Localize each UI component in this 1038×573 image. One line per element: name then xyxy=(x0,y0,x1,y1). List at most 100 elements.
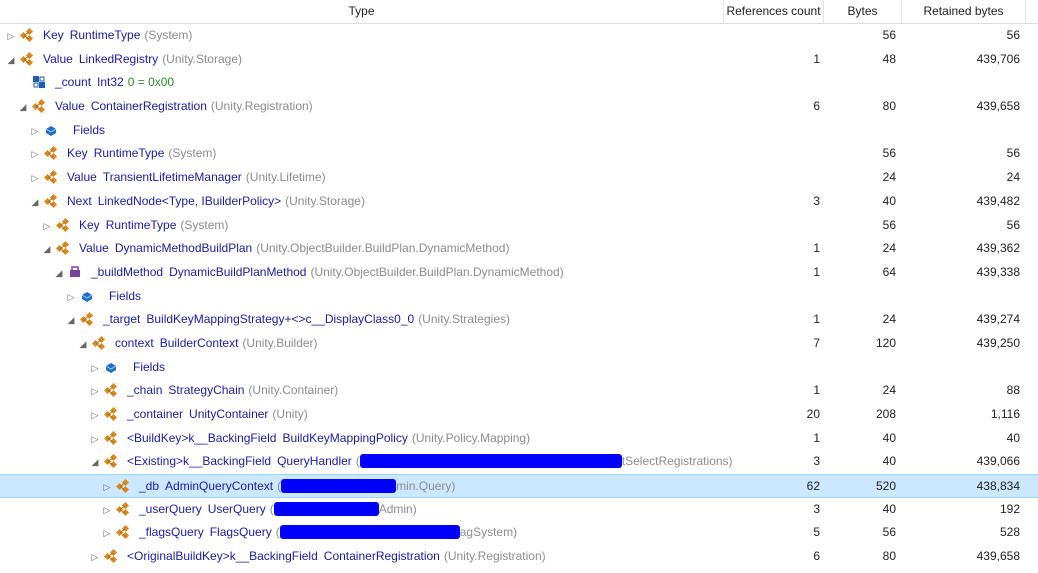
bytes-value: 24 xyxy=(882,312,896,327)
tree-row[interactable]: ▷ Fields xyxy=(0,285,1038,309)
namespace-label: (Unity.Builder) xyxy=(242,335,318,350)
expand-arrow-icon[interactable]: ▷ xyxy=(42,215,52,238)
expand-arrow-icon[interactable]: ▷ xyxy=(90,404,100,427)
tree-row[interactable]: ▷ Key RuntimeType (System) 56 56 xyxy=(0,142,1038,166)
member-name: context xyxy=(115,335,154,350)
references-count: 1 xyxy=(813,383,820,398)
fields-icon xyxy=(45,125,57,137)
tree-row[interactable]: ◢ Value DynamicMethodBuildPlan (Unity.Objec… xyxy=(0,237,1038,261)
tree-row[interactable]: ◢ context BuilderContext (Unity.Builder) 7 12… xyxy=(0,332,1038,356)
member-name: _db xyxy=(139,479,160,494)
fields-icon xyxy=(81,291,93,303)
field-icon xyxy=(32,75,46,89)
column-retained-header[interactable]: Retained bytes xyxy=(902,0,1026,23)
tree-row[interactable]: ▷ _userQuery UserQuery(Admin) 3 40 192 xyxy=(0,498,1038,522)
tree-row[interactable]: ▷ _container UnityContainer (Unity) 20 208 1,1… xyxy=(0,403,1038,427)
bytes-value: 40 xyxy=(882,193,896,208)
expand-arrow-icon[interactable]: ▷ xyxy=(90,357,100,380)
bytes-value: 40 xyxy=(882,454,896,469)
retained-bytes-value: 528 xyxy=(999,525,1020,540)
tree-cell: ▷ Key RuntimeType (System) xyxy=(0,142,754,166)
bytes-value: 64 xyxy=(882,264,896,279)
tree-row[interactable]: ▷ _chain StrategyChain (Unity.Container) 1 24… xyxy=(0,379,1038,403)
references-count: 6 xyxy=(813,99,820,114)
expand-arrow-icon[interactable]: ▷ xyxy=(102,476,112,497)
tree-row[interactable]: ▷ Fields xyxy=(0,119,1038,143)
tree-row[interactable]: ▷ <BuildKey>k__BackingField BuildKeyMappin… xyxy=(0,427,1038,451)
expand-arrow-icon[interactable]: ▷ xyxy=(90,546,100,569)
retained-bytes-value: 56 xyxy=(1006,146,1020,161)
member-name: _count xyxy=(55,75,92,90)
tree-cell: ▷ <OriginalBuildKey>k__BackingField Contai… xyxy=(0,545,814,569)
namespace-label: (System) xyxy=(144,28,193,42)
expand-arrow-icon[interactable]: ▷ xyxy=(102,499,112,522)
namespace-label: (System) xyxy=(168,146,217,161)
tree-cell: ◢ <Existing>k__BackingField QueryHandler(t… xyxy=(0,450,814,474)
class-icon xyxy=(44,170,58,185)
expand-arrow-icon[interactable]: ▷ xyxy=(90,380,100,403)
collapse-arrow-icon[interactable]: ◢ xyxy=(42,238,52,261)
tree-row[interactable]: ▷ _db AdminQueryContext(min.Query) 62 520 438… xyxy=(0,474,1038,498)
tree-row[interactable]: ▷ Value TransientLifetimeManager (Unity.Lif… xyxy=(0,166,1038,190)
tree-row[interactable]: ▷ _flagsQuery FlagsQuery(agSystem) 5 56 528 xyxy=(0,521,1038,545)
column-references-header[interactable]: References count xyxy=(724,0,824,23)
collapse-arrow-icon[interactable]: ◢ xyxy=(30,191,40,214)
collapse-arrow-icon[interactable]: ◢ xyxy=(78,333,88,356)
tree-row[interactable]: ◢ _target BuildKeyMappingStrategy+<>c__Dis… xyxy=(0,308,1038,332)
fields-label: Fields xyxy=(109,288,142,303)
retained-bytes-value: 56 xyxy=(1006,217,1020,232)
member-type: BuilderContext xyxy=(159,335,239,350)
expand-arrow-icon[interactable]: ▷ xyxy=(66,286,76,309)
tree-cell: _count Int32 0 = 0x00 xyxy=(0,71,742,95)
tree-row[interactable]: ▷ <OriginalBuildKey>k__BackingField Contai… xyxy=(0,545,1038,569)
column-bytes-header[interactable]: Bytes xyxy=(824,0,902,23)
tree-row[interactable]: _count Int32 0 = 0x00 xyxy=(0,71,1038,95)
column-type-header[interactable]: Type xyxy=(0,0,724,23)
tree-cell: ▷ _chain StrategyChain (Unity.Container) xyxy=(0,379,814,403)
fields-label: Fields xyxy=(73,122,106,137)
retained-bytes-value: 439,658 xyxy=(976,99,1020,114)
collapse-arrow-icon[interactable]: ◢ xyxy=(66,309,76,332)
collapse-arrow-icon[interactable]: ◢ xyxy=(18,96,28,119)
tree-cell: ▷ _userQuery UserQuery(Admin) xyxy=(0,498,826,522)
member-name: _buildMethod xyxy=(91,264,164,279)
namespace-label-tail: agSystem) xyxy=(459,525,518,540)
expand-arrow-icon[interactable]: ▷ xyxy=(102,522,112,545)
expand-arrow-icon[interactable]: ▷ xyxy=(6,25,16,48)
bytes-value: 24 xyxy=(882,170,896,185)
tree-row[interactable]: ▷ Key RuntimeType (System) 56 56 xyxy=(0,24,1038,48)
retained-bytes-value: 40 xyxy=(1006,430,1020,445)
class-icon xyxy=(32,99,46,114)
references-count: 7 xyxy=(813,335,820,350)
class-icon xyxy=(104,430,118,445)
tree-row[interactable]: ◢ _buildMethod DynamicBuildPlanMethod (Unit… xyxy=(0,261,1038,285)
expand-arrow-icon[interactable]: ▷ xyxy=(30,167,40,190)
tree-row[interactable]: ◢ Value ContainerRegistration (Unity.Regist… xyxy=(0,95,1038,119)
namespace-label: (Unity.Storage) xyxy=(162,51,242,66)
collapse-arrow-icon[interactable]: ◢ xyxy=(54,262,64,285)
retained-bytes-value: 439,362 xyxy=(976,241,1020,256)
collapse-arrow-icon[interactable]: ◢ xyxy=(6,49,16,72)
namespace-label: (Unity.ObjectBuilder.BuildPlan.DynamicMe… xyxy=(310,264,564,279)
expand-arrow-icon[interactable]: ▷ xyxy=(90,428,100,451)
bytes-value: 24 xyxy=(882,383,896,398)
tree-row[interactable]: ▷ Key RuntimeType (System) 56 56 xyxy=(0,214,1038,238)
class-icon xyxy=(56,241,70,256)
tree-row[interactable]: ◢ <Existing>k__BackingField QueryHandler(t… xyxy=(0,450,1038,474)
tree-row[interactable]: ◢ Value LinkedRegistry (Unity.Storage) 1 48 43… xyxy=(0,48,1038,72)
member-name: Value xyxy=(67,170,97,185)
retained-bytes-value: 439,066 xyxy=(976,454,1020,469)
tree-cell: ▷ _container UnityContainer (Unity) xyxy=(0,403,814,427)
member-type: UserQuery xyxy=(207,501,266,516)
tree-row[interactable]: ◢ Next LinkedNode<Type, IBuilderPolicy> (Un… xyxy=(0,190,1038,214)
collapse-arrow-icon[interactable]: ◢ xyxy=(90,451,100,474)
expand-arrow-icon[interactable]: ▷ xyxy=(30,120,40,143)
tree-row[interactable]: ▷ Fields xyxy=(0,356,1038,380)
references-count: 1 xyxy=(813,51,820,66)
tree-cell: ▷ Fields xyxy=(0,285,790,309)
tree-cell: ◢ _target BuildKeyMappingStrategy+<>c__Dis… xyxy=(0,308,790,332)
tree-cell: ◢ Value ContainerRegistration (Unity.Regist… xyxy=(0,95,742,119)
expand-arrow-icon[interactable]: ▷ xyxy=(30,143,40,166)
class-icon xyxy=(104,407,118,421)
references-count: 1 xyxy=(813,430,820,445)
